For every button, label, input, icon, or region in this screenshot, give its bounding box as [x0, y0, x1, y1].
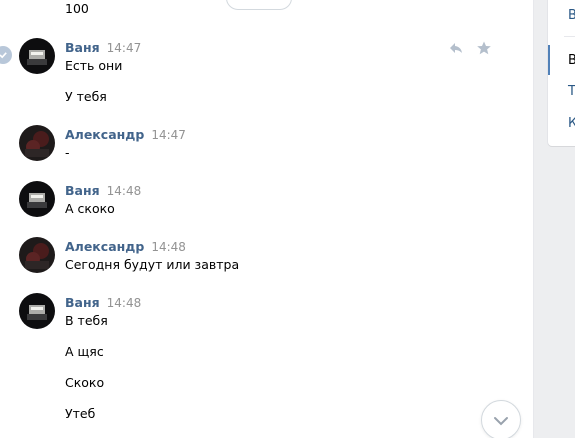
- right-menu-item-active[interactable]: В: [568, 53, 575, 68]
- scroll-down-button[interactable]: [481, 400, 521, 438]
- message-time[interactable]: 14:48: [151, 240, 186, 254]
- message-text: Утеб: [65, 406, 96, 421]
- message-author[interactable]: Александр 14:47: [65, 127, 186, 142]
- author-name[interactable]: Ваня: [65, 40, 100, 55]
- message-text: Скоко: [65, 375, 105, 390]
- message-author[interactable]: Ваня 14:47: [65, 40, 141, 55]
- author-name[interactable]: Александр: [65, 127, 144, 142]
- message-text: Сегодня будут или завтра: [65, 257, 240, 272]
- message-time[interactable]: 14:47: [151, 128, 186, 142]
- right-menu-item[interactable]: К: [568, 116, 575, 131]
- message-author[interactable]: Ваня 14:48: [65, 295, 141, 310]
- author-name[interactable]: Александр: [65, 239, 144, 254]
- message-time[interactable]: 14:48: [107, 184, 142, 198]
- message-text: Есть они: [65, 58, 123, 73]
- active-indicator: [548, 45, 550, 75]
- avatar[interactable]: [19, 38, 55, 74]
- message-time[interactable]: 14:48: [107, 296, 142, 310]
- message-actions: [448, 40, 492, 56]
- message-text: -: [65, 145, 70, 160]
- message-text: А скоко: [65, 201, 115, 216]
- message-time[interactable]: 14:47: [107, 41, 142, 55]
- right-menu: В В Т К: [548, 0, 575, 146]
- divider: [564, 36, 575, 37]
- right-menu-item[interactable]: В: [568, 8, 575, 23]
- avatar[interactable]: [19, 237, 55, 273]
- message-text: В тебя: [65, 313, 108, 328]
- avatar[interactable]: [19, 293, 55, 329]
- author-name[interactable]: Ваня: [65, 183, 100, 198]
- select-message-check-icon[interactable]: [0, 46, 12, 64]
- message-author[interactable]: Александр 14:48: [65, 239, 186, 254]
- message-author[interactable]: Ваня 14:48: [65, 183, 141, 198]
- avatar[interactable]: [19, 181, 55, 217]
- star-icon[interactable]: [476, 40, 492, 56]
- message-text: 100: [65, 1, 89, 16]
- message-text: А щяс: [65, 344, 104, 359]
- message-text: У тебя: [65, 89, 107, 104]
- reply-icon[interactable]: [448, 40, 464, 56]
- right-menu-item[interactable]: Т: [568, 84, 575, 99]
- chevron-down-icon: [493, 411, 509, 430]
- author-name[interactable]: Ваня: [65, 295, 100, 310]
- date-separator-pill: [226, 0, 292, 10]
- chat-history: 100 Ваня 14:47 Есть они У тебя Александр…: [0, 0, 534, 438]
- avatar[interactable]: [19, 125, 55, 161]
